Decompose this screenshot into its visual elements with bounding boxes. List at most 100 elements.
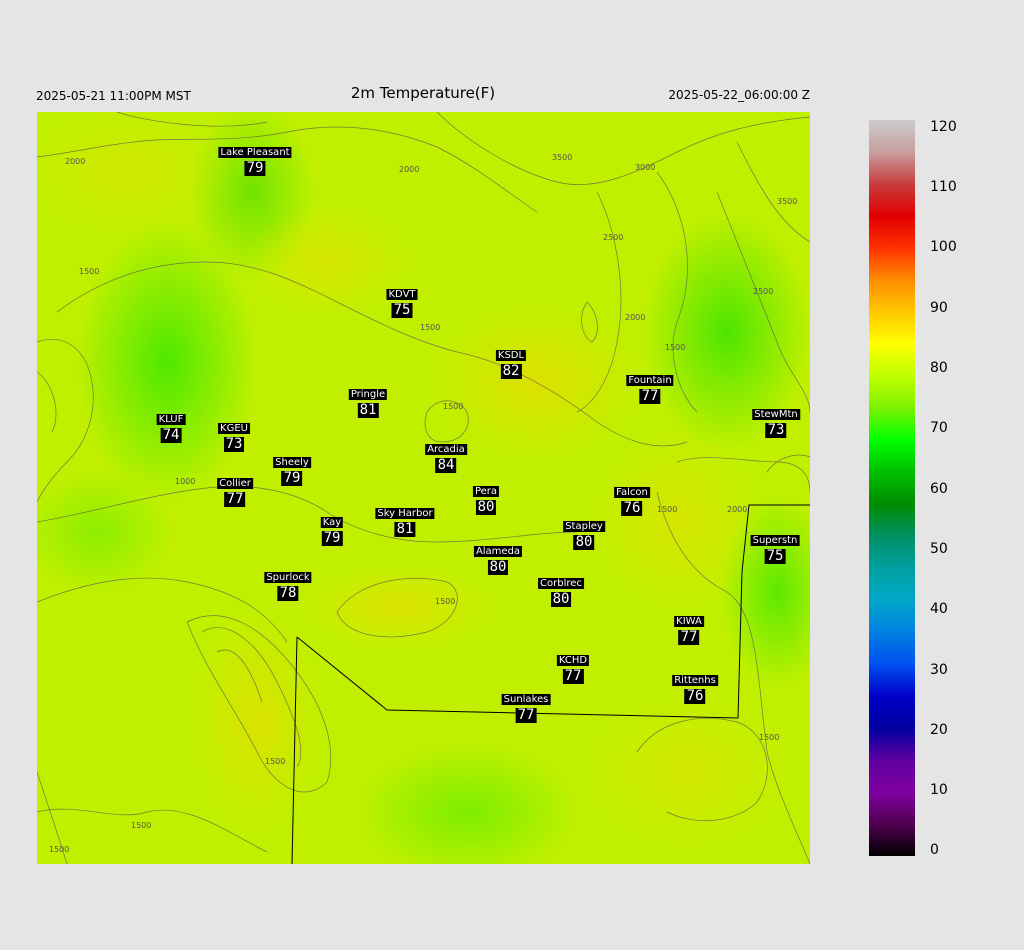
station-stapley[interactable]: Stapley 80 <box>563 514 605 550</box>
station-name: Pringle <box>348 389 388 400</box>
station-temperature: 76 <box>621 500 643 516</box>
contour-label: 1500 <box>49 845 69 854</box>
station-name: Rittenhs <box>672 675 718 686</box>
station-temperature: 74 <box>160 427 182 443</box>
colorbar-tick: 70 <box>930 420 948 436</box>
colorbar-tick: 90 <box>930 300 948 316</box>
colorbar-tick: 20 <box>930 722 948 738</box>
station-name: KLUF <box>156 414 186 425</box>
station-kay[interactable]: Kay 79 <box>320 510 344 546</box>
contour-label: 1500 <box>420 323 440 332</box>
station-temperature: 79 <box>321 530 343 546</box>
station-temperature: 80 <box>550 591 572 607</box>
contour-label: 3500 <box>552 153 572 162</box>
contour-label: 3500 <box>777 197 797 206</box>
station-kiwa[interactable]: KIWA 77 <box>674 609 704 645</box>
station-temperature: 77 <box>678 629 700 645</box>
contour-label: 1500 <box>759 733 779 742</box>
station-name: Falcon <box>614 487 650 498</box>
station-name: Sheely <box>273 457 311 468</box>
station-collier[interactable]: Collier 77 <box>217 471 253 507</box>
station-name: Sky Harbor <box>375 508 435 519</box>
colorbar-tick: 110 <box>930 179 957 195</box>
station-name: Lake Pleasant <box>218 147 292 158</box>
station-temperature: 84 <box>435 457 457 473</box>
contour-label: 1500 <box>131 821 151 830</box>
station-name: KCHD <box>556 655 590 666</box>
colorbar-tick: 100 <box>930 239 957 255</box>
contour-label: 2500 <box>603 233 623 242</box>
station-name: KIWA <box>674 616 704 627</box>
station-name: Corblrec <box>538 578 584 589</box>
contour-label: 2500 <box>753 287 773 296</box>
colorbar-tick: 50 <box>930 541 948 557</box>
station-falcon[interactable]: Falcon 76 <box>614 480 650 516</box>
station-spurlock[interactable]: Spurlock 78 <box>264 565 312 601</box>
station-temperature: 73 <box>765 422 787 438</box>
station-temperature: 77 <box>639 388 661 404</box>
station-kluf[interactable]: KLUF 74 <box>156 407 186 443</box>
station-sunlakes[interactable]: Sunlakes 77 <box>501 687 551 723</box>
station-ksdl[interactable]: KSDL 82 <box>495 343 527 379</box>
station-alameda[interactable]: Alameda 80 <box>473 539 523 575</box>
station-superstn[interactable]: Superstn 75 <box>750 528 800 564</box>
station-lake-pleasant[interactable]: Lake Pleasant 79 <box>218 140 292 176</box>
colorbar-tick: 40 <box>930 601 948 617</box>
station-name: Collier <box>217 478 253 489</box>
station-pera[interactable]: Pera 80 <box>472 479 500 515</box>
colorbar-tick: 120 <box>930 119 957 135</box>
valid-time-label: 2025-05-22_06:00:00 Z <box>668 88 810 102</box>
contour-label: 2000 <box>727 505 747 514</box>
station-temperature: 77 <box>515 707 537 723</box>
contour-label: 1500 <box>443 402 463 411</box>
station-temperature: 81 <box>357 402 379 418</box>
contour-label: 2000 <box>625 313 645 322</box>
colorbar-tick: 0 <box>930 842 939 858</box>
station-temperature: 75 <box>391 302 413 318</box>
colorbar-tick: 60 <box>930 481 948 497</box>
station-temperature: 76 <box>684 688 706 704</box>
station-corblrec[interactable]: Corblrec 80 <box>538 571 584 607</box>
station-name: KSDL <box>495 350 527 361</box>
contour-label: 2000 <box>65 157 85 166</box>
station-temperature: 75 <box>764 548 786 564</box>
station-kgeu[interactable]: KGEU 73 <box>218 416 250 452</box>
station-name: Sunlakes <box>501 694 551 705</box>
station-temperature: 79 <box>281 470 303 486</box>
station-sheely[interactable]: Sheely 79 <box>273 450 311 486</box>
station-sky-harbor[interactable]: Sky Harbor 81 <box>375 501 435 537</box>
station-pringle[interactable]: Pringle 81 <box>348 382 388 418</box>
station-name: Spurlock <box>264 572 312 583</box>
terrain-contours: 2000 3500 3000 2000 1500 2500 2000 1500 … <box>37 112 810 864</box>
station-arcadia[interactable]: Arcadia 84 <box>425 437 467 473</box>
temperature-map: 2000 3500 3000 2000 1500 2500 2000 1500 … <box>37 112 810 864</box>
station-kchd[interactable]: KCHD 77 <box>556 648 590 684</box>
station-temperature: 77 <box>224 491 246 507</box>
station-temperature: 73 <box>223 436 245 452</box>
contour-label: 1500 <box>665 343 685 352</box>
station-name: StewMtn <box>752 409 800 420</box>
station-name: Fountain <box>626 375 674 386</box>
colorbar-tick: 30 <box>930 662 948 678</box>
station-name: KDVT <box>386 289 418 300</box>
station-name: Arcadia <box>425 444 467 455</box>
station-name: Superstn <box>750 535 800 546</box>
station-fountain[interactable]: Fountain 77 <box>626 368 674 404</box>
contour-label: 1500 <box>657 505 677 514</box>
contour-label: 1500 <box>435 597 455 606</box>
station-stewmtn[interactable]: StewMtn 73 <box>752 402 800 438</box>
station-name: Stapley <box>563 521 605 532</box>
station-temperature: 78 <box>277 585 299 601</box>
colorbar-tick: 80 <box>930 360 948 376</box>
contour-label: 2000 <box>399 165 419 174</box>
temperature-colorbar <box>869 120 915 856</box>
contour-label: 1500 <box>265 757 285 766</box>
station-rittenhs[interactable]: Rittenhs 76 <box>672 668 718 704</box>
station-temperature: 82 <box>500 363 522 379</box>
station-name: Pera <box>472 486 500 497</box>
station-name: Alameda <box>473 546 523 557</box>
contour-label: 1500 <box>79 267 99 276</box>
station-name: KGEU <box>218 423 250 434</box>
station-kdvt[interactable]: KDVT 75 <box>386 282 418 318</box>
station-name: Kay <box>320 517 344 528</box>
